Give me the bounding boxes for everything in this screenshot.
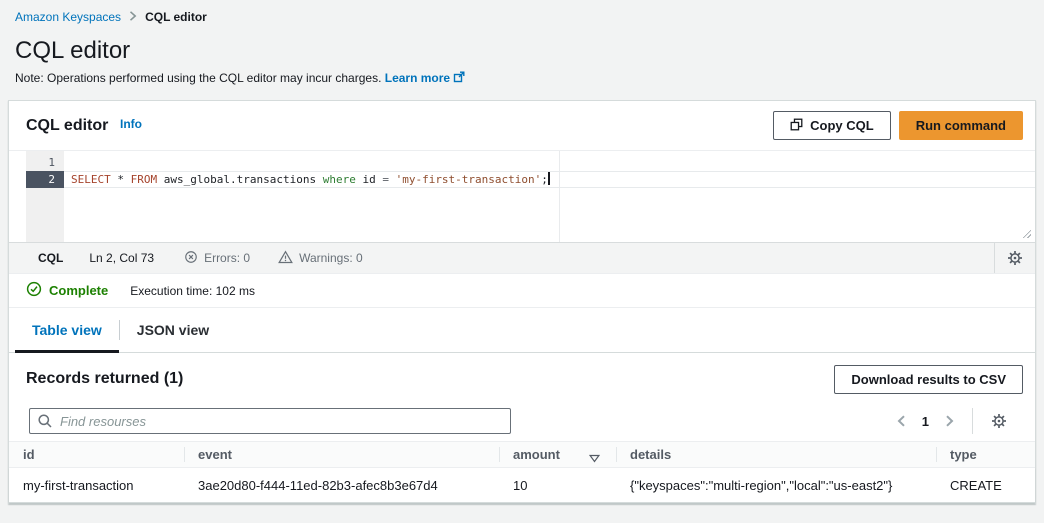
table-preferences-gear-icon[interactable] [979, 413, 1019, 429]
editor-language: CQL [38, 251, 64, 265]
cell-type: CREATE [950, 477, 1002, 493]
execution-state: Complete [49, 283, 109, 298]
column-header-id[interactable]: id [9, 442, 184, 467]
previous-page-button[interactable] [889, 413, 914, 429]
info-link[interactable]: Info [120, 117, 142, 131]
column-header-event[interactable]: event [184, 442, 499, 467]
editor-settings-gear-icon[interactable] [995, 250, 1035, 266]
pagination: 1 [889, 406, 1019, 436]
results-header: Records returned (1) Download results to… [9, 353, 1035, 401]
column-divider [936, 447, 937, 462]
column-divider [184, 447, 185, 462]
page-number-button[interactable]: 1 [914, 414, 937, 429]
line-number-1: 1 [48, 156, 55, 169]
results-toolbar: 1 [9, 401, 1035, 441]
active-tab-underline [15, 350, 119, 353]
breadcrumb-current: CQL editor [145, 10, 207, 24]
code-area[interactable]: SELECT * FROM aws_global.transactions wh… [64, 151, 1035, 242]
tab-table-view[interactable]: Table view [15, 308, 119, 353]
code-token: id [355, 173, 383, 186]
search-box [29, 408, 511, 434]
line-number-2-active: 2 [26, 171, 64, 188]
tab-json-view[interactable]: JSON view [120, 308, 226, 352]
success-check-icon [26, 281, 42, 300]
code-token: where [322, 173, 356, 186]
cql-editor-panel: CQL editor Info Copy CQL Run command 1 2… [8, 100, 1036, 504]
code-token: = [382, 173, 396, 186]
page-note: Note: Operations performed using the CQL… [15, 71, 1044, 86]
divider [972, 408, 973, 434]
copy-cql-label: Copy CQL [810, 118, 874, 133]
column-divider [499, 447, 500, 462]
warnings-status: Warnings: 0 [278, 249, 363, 267]
page-title: CQL editor [15, 37, 131, 64]
text-cursor [547, 172, 550, 185]
editor-gutter: 1 2 [26, 151, 64, 242]
cql-editor-header: CQL editor Info Copy CQL Run command [9, 101, 1035, 151]
results-section: Records returned (1) Download results to… [9, 353, 1035, 503]
find-resources-input[interactable] [29, 408, 511, 434]
code-token: * [110, 173, 131, 186]
editor-status-bar: CQL Ln 2, Col 73 Errors: 0 Warnings: 0 [9, 242, 1035, 274]
column-header-details[interactable]: details [616, 442, 936, 467]
column-divider [616, 447, 617, 462]
code-token: 'my-first-transaction' [395, 173, 542, 186]
breadcrumb: Amazon Keyspaces CQL editor [0, 0, 1044, 24]
errors-status: Errors: 0 [184, 250, 250, 267]
run-command-button[interactable]: Run command [898, 111, 1023, 140]
cell-details: {"keyspaces":"multi-region","local":"us-… [630, 477, 893, 493]
records-returned-title: Records returned (1) [26, 370, 184, 387]
run-command-label: Run command [915, 118, 1006, 133]
search-icon [37, 413, 53, 432]
cell-event: 3ae20d80-f444-11ed-82b3-afec8b3e67d4 [198, 477, 438, 493]
code-token: SELECT [71, 173, 111, 186]
column-header-amount[interactable]: amount [499, 442, 616, 467]
execution-time: Execution time: 102 ms [130, 283, 255, 298]
download-csv-button[interactable]: Download results to CSV [834, 364, 1023, 394]
error-circle-icon [184, 250, 198, 267]
panel-title: CQL editor [26, 116, 109, 134]
code-line-2: SELECT * FROM aws_global.transactions wh… [64, 171, 1035, 188]
page-note-text: Note: Operations performed using the CQL… [15, 71, 382, 85]
column-header-type[interactable]: type [936, 442, 1035, 467]
sort-descending-icon [588, 451, 601, 466]
breadcrumb-link-amazon-keyspaces[interactable]: Amazon Keyspaces [15, 10, 121, 24]
table-header-row: id event amount details type [9, 441, 1035, 468]
code-editor[interactable]: 1 2 SELECT * FROM aws_global.transaction… [26, 151, 1035, 242]
code-token: aws_global.transactions [157, 173, 323, 186]
cell-amount: 10 [513, 477, 528, 493]
table-row: my-first-transaction 3ae20d80-f444-11ed-… [9, 468, 1035, 503]
page-bottom-spacer [0, 504, 1044, 523]
copy-cql-button[interactable]: Copy CQL [773, 111, 891, 140]
code-token: FROM [130, 173, 158, 186]
next-page-button[interactable] [937, 413, 962, 429]
copy-icon [790, 118, 803, 134]
learn-more-link[interactable]: Learn more [385, 71, 465, 85]
code-token: ; [541, 173, 548, 186]
external-link-icon [453, 71, 465, 86]
cursor-position: Ln 2, Col 73 [89, 251, 155, 265]
warning-triangle-icon [278, 249, 293, 267]
chevron-right-icon [129, 10, 137, 24]
execution-status-row: Complete Execution time: 102 ms [9, 274, 1035, 308]
cell-id: my-first-transaction [23, 477, 134, 493]
result-view-tabs: Table view JSON view [9, 308, 1035, 353]
